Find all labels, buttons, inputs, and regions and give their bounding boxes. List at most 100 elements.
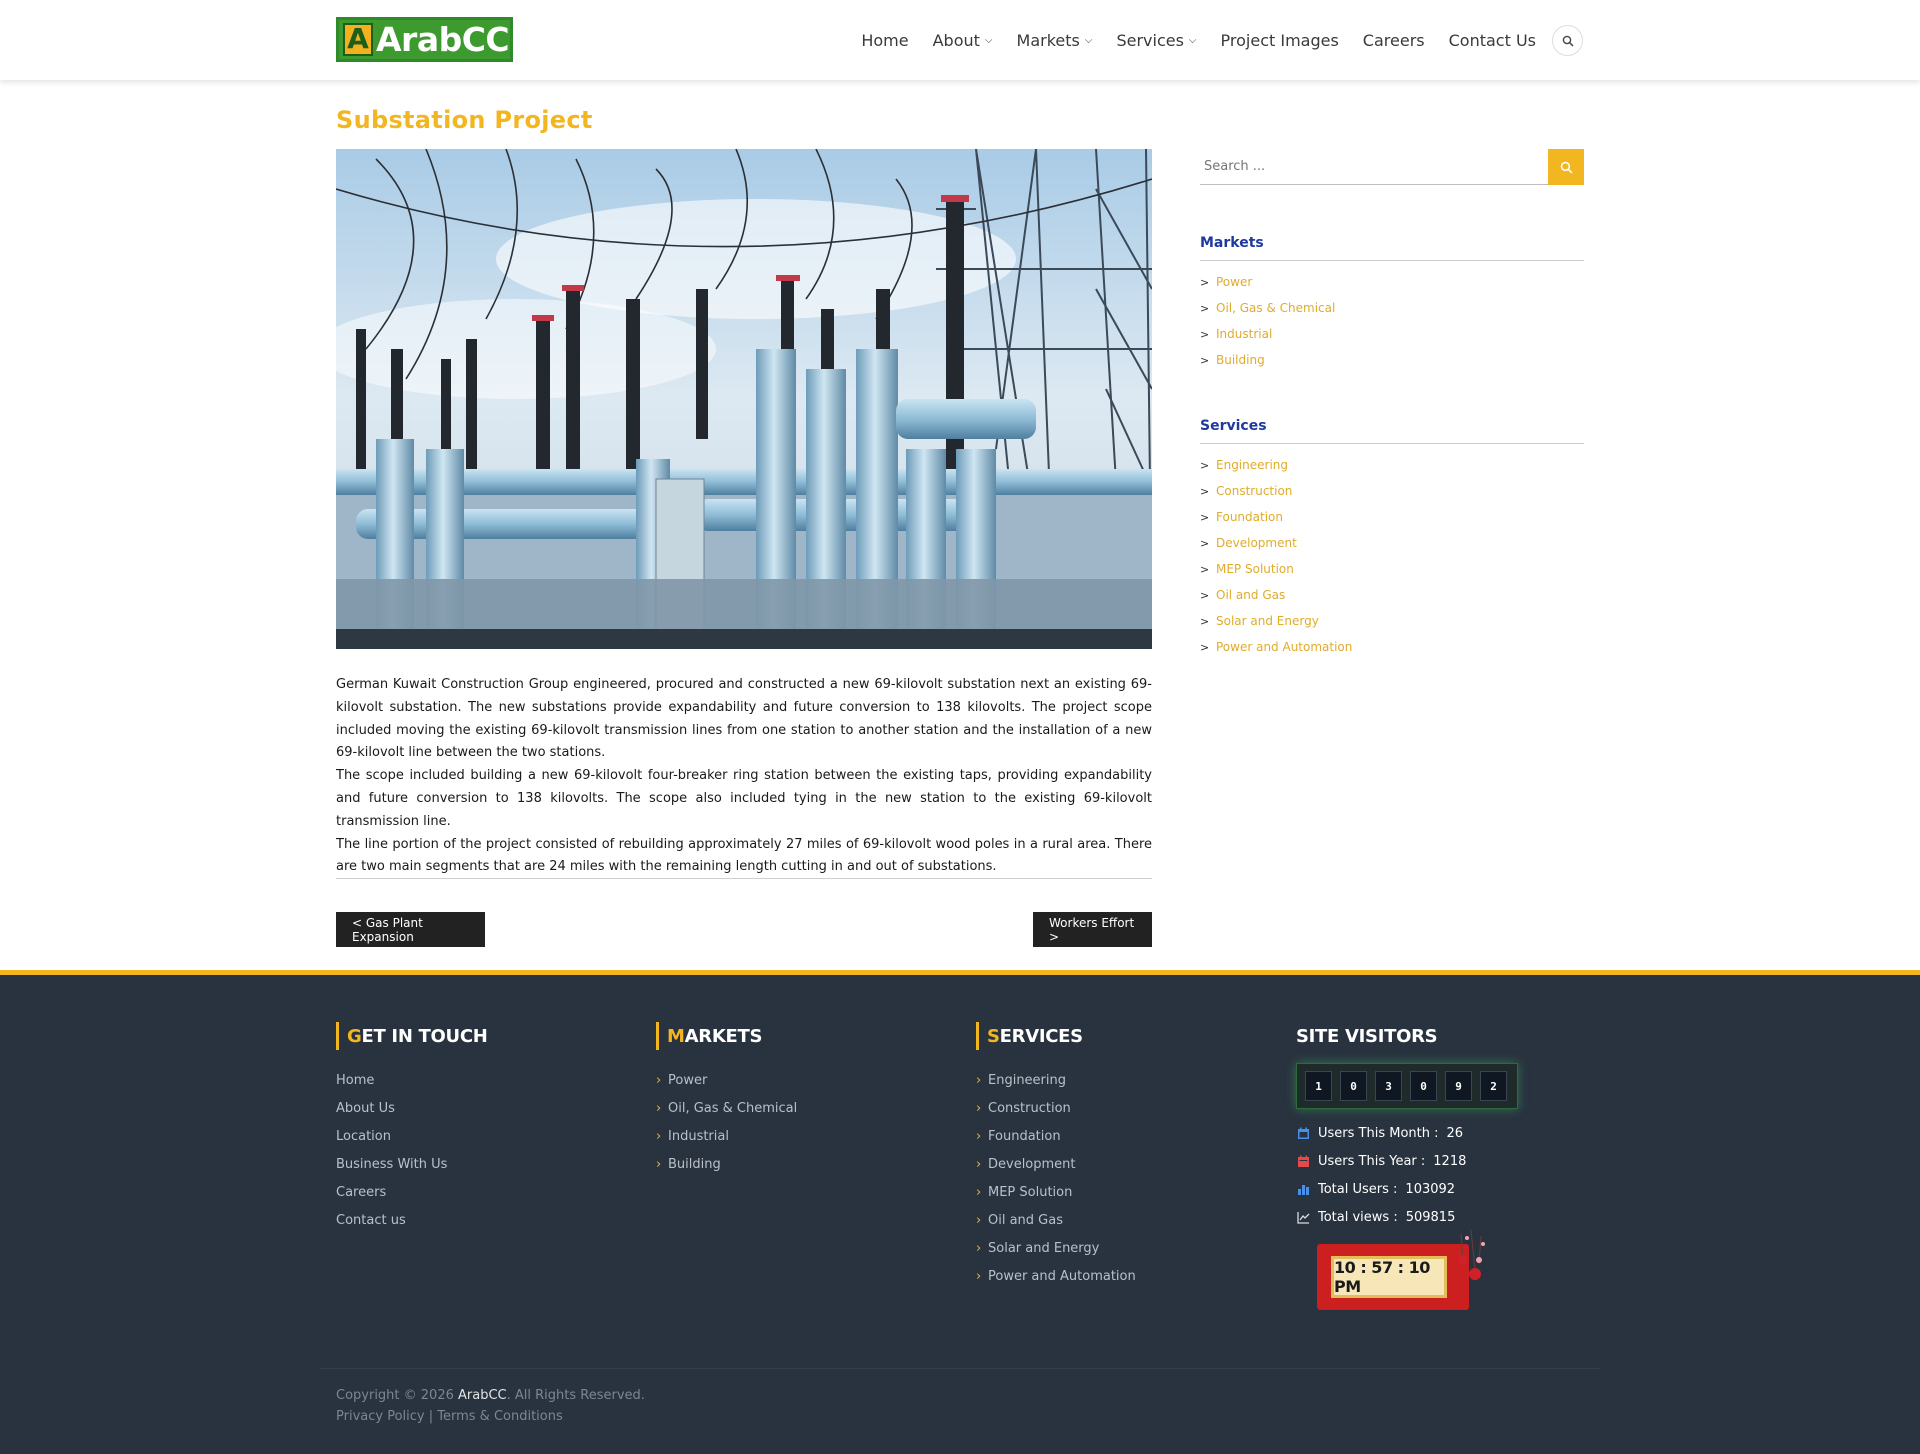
bullet-arrow: > [1200,353,1210,367]
chevron-right-icon: › [976,1100,982,1116]
bullet-arrow: > [1200,640,1210,654]
bullet-arrow: > [1200,510,1210,524]
stat-total-views: Total views : 509815 [1296,1207,1455,1227]
nav-contact-us[interactable]: Contact Us [1449,31,1536,50]
nav-careers[interactable]: Careers [1363,31,1425,50]
footer-link[interactable]: › Oil, Gas & Chemical [656,1094,797,1122]
footer-contact-title: G ET IN TOUCH [336,1022,488,1050]
sidebar-link: Industrial [1216,327,1273,341]
footer-link[interactable]: › Building [656,1150,797,1178]
sidebar-services-list: > Engineering > Construction > Foundation >… [1200,452,1352,660]
nav-markets[interactable]: Markets ⌵ [1017,31,1093,50]
substation-photo [336,149,1152,649]
sidebar-link: Oil and Gas [1216,588,1286,602]
legal-separator: | [424,1409,438,1424]
legal-links: Privacy Policy | Terms & Conditions [336,1409,563,1424]
bullet-arrow: > [1200,301,1210,315]
privacy-policy-link[interactable]: Privacy Policy [336,1409,425,1424]
stat-value: 1218 [1433,1153,1467,1169]
nav-about[interactable]: About ⌵ [933,31,993,50]
terms-link[interactable]: Terms & Conditions [437,1409,563,1424]
site-logo[interactable]: A ArabCC [336,17,513,62]
sidebar-service-item[interactable]: > Engineering [1200,452,1352,478]
sidebar-service-item[interactable]: > Foundation [1200,504,1352,530]
content-divider [336,878,1152,879]
title-initial: M [667,1025,685,1047]
sidebar-service-item[interactable]: > Oil and Gas [1200,582,1352,608]
sidebar-service-item[interactable]: > Power and Automation [1200,634,1352,660]
sidebar-service-item[interactable]: > Construction [1200,478,1352,504]
bullet-arrow: > [1200,536,1210,550]
footer-link-label: Oil, Gas & Chemical [668,1100,798,1116]
chevron-down-icon: ⌵ [984,34,993,46]
nav-services-label: Services [1116,30,1184,50]
sidebar-search-button[interactable] [1548,149,1584,185]
header-search-button[interactable] [1552,25,1583,56]
footer-link[interactable]: › Construction [976,1094,1136,1122]
sidebar-market-industrial[interactable]: > Industrial [1200,321,1335,347]
stat-label: Total Users : [1318,1181,1398,1197]
bar-chart-icon [1296,1182,1310,1196]
sidebar-link: Solar and Energy [1216,614,1319,628]
sidebar-market-building[interactable]: > Building [1200,347,1335,373]
footer-link[interactable]: › Engineering [976,1066,1136,1094]
footer-link[interactable]: › Industrial [656,1122,797,1150]
counter-digit: 1 [1305,1071,1332,1101]
copyright-brand-link[interactable]: ArabCC [458,1388,507,1403]
substation-illustration [336,149,1152,649]
search-icon [1560,161,1572,173]
stat-value: 26 [1446,1125,1464,1141]
footer-link[interactable]: Business With Us [336,1150,447,1178]
footer-divider [320,1368,1600,1369]
footer-link-label: Foundation [988,1128,1061,1144]
footer-link[interactable]: Contact us [336,1206,447,1234]
sidebar-service-item[interactable]: > MEP Solution [1200,556,1352,582]
sidebar-market-power[interactable]: > Power [1200,269,1335,295]
footer-link[interactable]: › Solar and Energy [976,1234,1136,1262]
article-paragraph: German Kuwait Construction Group enginee… [336,677,1152,761]
prev-post-button[interactable]: < Gas Plant Expansion [336,912,485,947]
sidebar-link: Engineering [1216,458,1288,472]
logo-mark-icon: A [343,23,373,56]
footer-services-list: › Engineering › Construction › Foundation ›… [976,1066,1136,1290]
footer-visitors-title: SITE VISITORS [1296,1025,1438,1047]
footer-link-label: Oil and Gas [988,1212,1063,1228]
footer-link[interactable]: › Power and Automation [976,1262,1136,1290]
nav-services[interactable]: Services ⌵ [1116,31,1196,50]
footer-link[interactable]: › Development [976,1150,1136,1178]
next-post-button[interactable]: Workers Effort > [1033,912,1152,947]
counter-digit: 2 [1480,1071,1507,1101]
title-rest: ARKETS [684,1025,763,1047]
sidebar-divider [1200,260,1584,261]
chevron-right-icon: › [656,1128,662,1144]
nav-project-images[interactable]: Project Images [1221,31,1339,50]
visitor-counter: 1 0 3 0 9 2 [1296,1063,1518,1109]
sidebar-link: Foundation [1216,510,1283,524]
footer-contact-list: Home About Us Location Business With Us … [336,1066,447,1234]
footer-services-title: S ERVICES [976,1022,1083,1050]
footer-link[interactable]: › Foundation [976,1122,1136,1150]
bullet-arrow: > [1200,327,1210,341]
footer-link[interactable]: › Power [656,1066,797,1094]
footer-link[interactable]: About Us [336,1094,447,1122]
counter-digit: 9 [1445,1071,1472,1101]
footer-link[interactable]: Careers [336,1178,447,1206]
stat-total-users: Total Users : 103092 [1296,1179,1455,1199]
sidebar-service-item[interactable]: > Development [1200,530,1352,556]
sidebar-divider [1200,443,1584,444]
sidebar-search-input[interactable] [1200,149,1548,185]
lantern-decoration-icon [1458,1230,1485,1280]
main-nav: Home About ⌵ Markets ⌵ Services ⌵ Project I… [837,0,1536,80]
sidebar-market-oil-gas[interactable]: > Oil, Gas & Chemical [1200,295,1335,321]
footer-link[interactable]: › MEP Solution [976,1178,1136,1206]
footer-link[interactable]: Home [336,1066,447,1094]
footer-link[interactable]: › Oil and Gas [976,1206,1136,1234]
footer-link[interactable]: Location [336,1122,447,1150]
sidebar-service-item[interactable]: > Solar and Energy [1200,608,1352,634]
chevron-right-icon: › [976,1156,982,1172]
site-footer [0,970,1920,1454]
sidebar-markets-list: > Power > Oil, Gas & Chemical > Industrial … [1200,269,1335,373]
chevron-right-icon: › [656,1100,662,1116]
footer-markets-list: › Power › Oil, Gas & Chemical › Industrial … [656,1066,797,1178]
nav-home[interactable]: Home [861,31,908,50]
